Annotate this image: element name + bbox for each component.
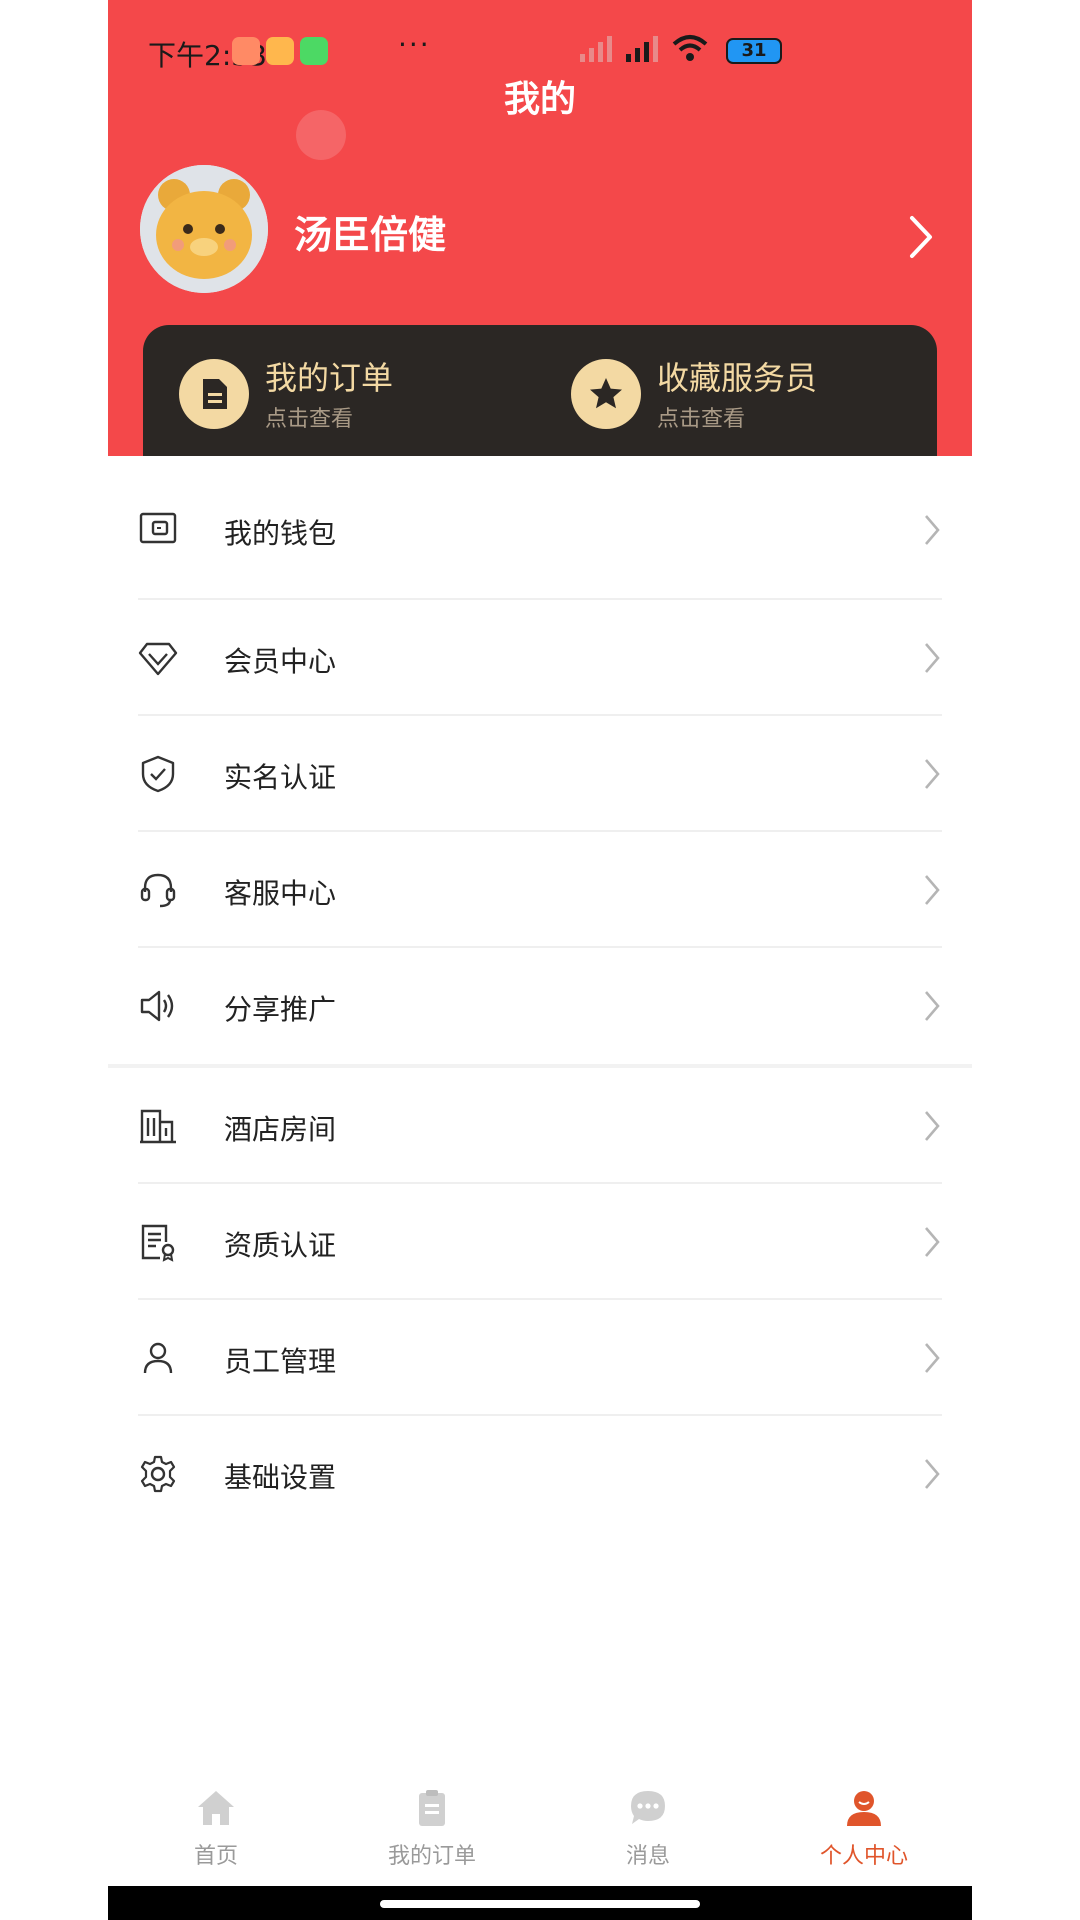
menu-item-hotel-rooms[interactable]: 酒店房间 [108, 1068, 972, 1184]
tab-label: 消息 [625, 1844, 670, 1869]
notification-app-icon [232, 37, 260, 65]
speaker-icon [140, 990, 174, 1022]
menu-item-label: 会员中心 [224, 645, 337, 678]
chevron-right-icon[interactable] [906, 212, 936, 262]
bottom-tab-bar: 首页 我的订单 消息 个人中心 [108, 1776, 972, 1886]
menu-item-share-promotion[interactable]: 分享推广 [108, 948, 972, 1064]
menu-item-staff-management[interactable]: 员工管理 [108, 1300, 972, 1416]
wifi-icon [672, 35, 708, 61]
user-icon [143, 1342, 173, 1374]
menu-item-label: 员工管理 [224, 1345, 337, 1378]
card-subtitle: 点击查看 [265, 407, 354, 432]
tab-my-orders[interactable]: 我的订单 [324, 1776, 540, 1886]
shield-check-icon [141, 755, 175, 793]
document-icon [179, 359, 249, 429]
tab-label: 我的订单 [387, 1844, 476, 1869]
home-icon [198, 1791, 234, 1825]
battery-icon: 31 [726, 38, 782, 64]
notification-app-icon [266, 37, 294, 65]
chevron-right-icon [925, 643, 940, 673]
menu-item-wallet[interactable]: 我的钱包 [108, 456, 972, 600]
chevron-right-icon [925, 759, 940, 789]
chevron-right-icon [925, 1227, 940, 1257]
building-icon [140, 1109, 176, 1144]
wallet-icon [139, 512, 177, 544]
menu-item-label: 酒店房间 [224, 1113, 337, 1146]
avatar[interactable] [140, 165, 268, 293]
signal-icon [580, 36, 612, 62]
menu-item-label: 基础设置 [224, 1461, 337, 1494]
headset-icon [140, 873, 176, 908]
menu-item-label: 实名认证 [224, 761, 337, 794]
menu-item-membership[interactable]: 会员中心 [108, 600, 972, 716]
menu-item-label: 我的钱包 [224, 517, 337, 550]
star-icon [571, 359, 641, 429]
tab-home[interactable]: 首页 [108, 1776, 324, 1886]
home-indicator[interactable] [380, 1900, 700, 1908]
favorite-staff-shortcut[interactable]: 收藏服务员 点击查看 [571, 353, 901, 443]
my-orders-shortcut[interactable]: 我的订单 点击查看 [179, 353, 509, 443]
menu-item-label: 客服中心 [224, 877, 337, 910]
signal-icon [626, 36, 658, 62]
menu-item-label: 分享推广 [224, 993, 337, 1026]
menu-item-label: 资质认证 [224, 1229, 337, 1262]
message-app-icon [300, 37, 328, 65]
clipboard-icon [419, 1790, 445, 1826]
chevron-right-icon [925, 991, 940, 1021]
battery-level: 31 [741, 40, 767, 61]
chevron-right-icon [925, 1111, 940, 1141]
menu-item-basic-settings[interactable]: 基础设置 [108, 1416, 972, 1532]
chevron-right-icon [925, 1459, 940, 1489]
person-icon [847, 1791, 881, 1826]
card-title: 收藏服务员 [657, 359, 818, 397]
floating-bubble [296, 110, 346, 160]
tab-label: 个人中心 [819, 1844, 908, 1869]
menu-item-identity-verification[interactable]: 实名认证 [108, 716, 972, 832]
more-notifications-icon: ··· [398, 28, 431, 61]
chat-icon [631, 1791, 665, 1824]
card-title: 我的订单 [265, 359, 394, 397]
tab-personal-center[interactable]: 个人中心 [756, 1776, 972, 1886]
chevron-right-icon [925, 1343, 940, 1373]
gear-icon [140, 1455, 176, 1493]
quick-access-card: 我的订单 点击查看 收藏服务员 点击查看 [143, 325, 937, 465]
page-title: 我的 [503, 79, 576, 120]
chevron-right-icon [925, 875, 940, 905]
username[interactable]: 汤臣倍健 [294, 204, 446, 259]
settings-menu: 我的钱包 会员中心 实名认证 客服中心 分享推广 酒店房间 资质认证 员工管理 … [108, 456, 972, 1532]
phone-screen: 下午2:53 ··· 31 我的 汤臣倍健 我的订单 点击查看 收藏服务员 点击… [108, 0, 972, 1920]
menu-item-customer-service[interactable]: 客服中心 [108, 832, 972, 948]
bear-avatar-image [140, 165, 268, 293]
chevron-right-icon [925, 515, 940, 545]
card-subtitle: 点击查看 [657, 407, 746, 432]
diamond-icon [138, 642, 178, 676]
profile-header: 下午2:53 ··· 31 我的 汤臣倍健 我的订单 点击查看 收藏服务员 点击… [108, 0, 972, 465]
tab-messages[interactable]: 消息 [540, 1776, 756, 1886]
certificate-icon [141, 1224, 175, 1262]
menu-item-qualification[interactable]: 资质认证 [108, 1184, 972, 1300]
tab-label: 首页 [193, 1844, 238, 1869]
status-bar: 下午2:53 ··· 31 [108, 28, 972, 72]
